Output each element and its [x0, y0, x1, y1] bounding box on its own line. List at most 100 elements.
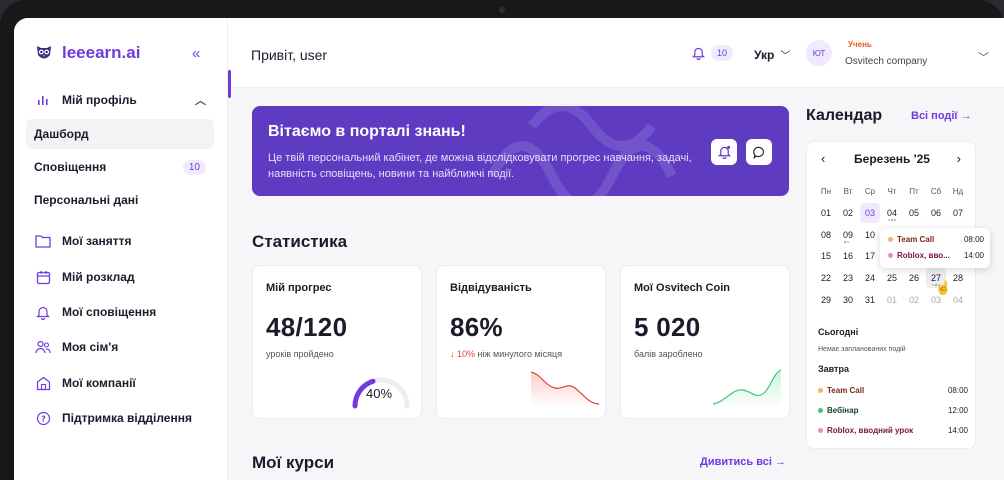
- weekday-label: Нд: [952, 187, 964, 196]
- card-title: Мій прогрес: [266, 282, 332, 294]
- next-month-icon[interactable]: ›: [957, 151, 961, 166]
- tomorrow-title: Завтра: [818, 364, 849, 374]
- attendance-change: 10%: [457, 349, 476, 359]
- event-time: 14:00: [963, 251, 984, 260]
- collapse-sidebar-icon[interactable]: «: [192, 45, 200, 62]
- card-title: Мої Osvitech Coin: [634, 282, 730, 294]
- sidebar-sub-notifications[interactable]: Сповіщення 10: [26, 152, 214, 182]
- event-dot: [888, 237, 893, 242]
- calendar-day[interactable]: 06: [926, 203, 946, 223]
- card-subtitle: уроків пройдено: [266, 349, 334, 359]
- event-indicator-dot: [888, 219, 890, 221]
- avatar[interactable]: ЮТ: [806, 40, 832, 66]
- sidebar-item-label: Дашборд: [34, 127, 89, 141]
- calendar-day[interactable]: 17: [860, 246, 880, 266]
- support-icon: ?: [34, 409, 52, 427]
- calendar-day[interactable]: 16: [838, 246, 858, 266]
- language-label: Укр: [754, 47, 775, 62]
- calendar-day[interactable]: 02: [904, 290, 924, 310]
- weekday-label: Ср: [864, 187, 876, 196]
- chevron-down-icon[interactable]: ﹀: [978, 49, 989, 65]
- owl-logo-icon: [37, 46, 51, 59]
- camera-dot: [499, 7, 505, 13]
- notifications-badge: 10: [182, 159, 206, 175]
- coins-sparkline: [712, 369, 782, 408]
- folder-icon: [34, 232, 52, 250]
- card-value: 48/120: [266, 312, 348, 342]
- all-events-link[interactable]: Всі події →: [911, 110, 972, 122]
- active-indicator: [228, 70, 231, 98]
- event-item[interactable]: Roblox, вводний урок 14:00: [818, 426, 968, 435]
- app-screen: leeearn.ai « Мій профіль ︿ Дашборд Спові…: [14, 18, 1004, 480]
- greeting: Привіт, user: [251, 47, 328, 63]
- sidebar-item-schedule[interactable]: Мій розклад: [26, 268, 216, 286]
- sidebar-item-companies[interactable]: Мої компанії: [26, 374, 216, 392]
- coins-card[interactable]: Мої Osvitech Coin 5 020 балів зароблено: [620, 265, 790, 419]
- progress-percent: 40%: [366, 386, 393, 401]
- sidebar-item-my-notifications[interactable]: Мої сповіщення: [26, 303, 216, 321]
- calendar-day[interactable]: 01: [816, 203, 836, 223]
- card-subtitle: балів зароблено: [634, 349, 703, 359]
- event-indicator-dot: [891, 219, 893, 221]
- calendar-day[interactable]: 26: [904, 268, 924, 288]
- banner-title: Вітаємо в порталі знань!: [268, 123, 466, 140]
- calendar-month: Березень '25: [854, 152, 930, 166]
- calendar-day[interactable]: 07: [948, 203, 968, 223]
- sidebar-item-label: Мій розклад: [62, 270, 135, 284]
- calendar-day[interactable]: 22: [816, 268, 836, 288]
- bell-icon: [692, 47, 705, 60]
- sidebar-item-family[interactable]: Моя сім'я: [26, 338, 216, 356]
- calendar-day[interactable]: 29: [816, 290, 836, 310]
- notifications-button[interactable]: 10: [692, 45, 734, 61]
- arrow-right-icon: →: [774, 456, 786, 468]
- tooltip-event[interactable]: Roblox, вво... 14:00: [888, 251, 984, 260]
- card-subtitle: ↓ 10% ніж минулого місяця: [450, 349, 562, 359]
- calendar-day[interactable]: 02: [838, 203, 858, 223]
- sidebar-item-lessons[interactable]: Мої заняття: [26, 232, 216, 250]
- event-dot: [818, 388, 823, 393]
- topbar: Привіт, user 10 Укр ﹀ ЮТ Учень Osvitech …: [228, 18, 1004, 88]
- today-title: Сьогодні: [818, 327, 859, 337]
- bell-icon: [717, 145, 731, 159]
- sidebar-item-support[interactable]: ? Підтримка відділення: [26, 409, 216, 427]
- event-time: 12:00: [947, 406, 968, 415]
- sidebar: leeearn.ai « Мій профіль ︿ Дашборд Спові…: [14, 18, 228, 480]
- event-name: Team Call: [827, 386, 865, 395]
- calendar-day[interactable]: 01: [882, 290, 902, 310]
- card-value: 5 020: [634, 312, 701, 342]
- sidebar-item-label: Сповіщення: [34, 160, 107, 174]
- calendar-day[interactable]: 25: [882, 268, 902, 288]
- link-label: Всі події: [911, 110, 958, 122]
- banner-bell-button[interactable]: [711, 139, 737, 165]
- calendar-day[interactable]: 10: [860, 225, 880, 245]
- weekday-label: Пт: [909, 187, 919, 196]
- event-name: Roblox, вводний урок: [827, 426, 914, 435]
- calendar-day[interactable]: 15: [816, 246, 836, 266]
- family-icon: [34, 338, 52, 356]
- calendar-day[interactable]: 05: [904, 203, 924, 223]
- calendar-day[interactable]: 30: [838, 290, 858, 310]
- event-item[interactable]: Team Call 08:00: [818, 386, 968, 395]
- logo[interactable]: leeearn.ai: [34, 43, 140, 63]
- chat-icon: [752, 146, 764, 159]
- device-frame: leeearn.ai « Мій профіль ︿ Дашборд Спові…: [0, 0, 1004, 480]
- event-dot: [818, 408, 823, 413]
- progress-card[interactable]: Мій прогрес 48/120 уроків пройдено 40%: [252, 265, 422, 419]
- tooltip-event[interactable]: Team Call 08:00: [888, 235, 984, 244]
- sidebar-item-label: Персональні дані: [34, 193, 139, 207]
- attendance-card[interactable]: Відвідуваність 86% ↓ 10% ніж минулого мі…: [436, 265, 606, 419]
- calendar-day[interactable]: 31: [860, 290, 880, 310]
- sidebar-sub-dashboard[interactable]: Дашборд: [26, 119, 214, 149]
- language-select[interactable]: Укр ﹀: [754, 47, 790, 63]
- calendar-day[interactable]: 08: [816, 225, 836, 245]
- calendar-day[interactable]: 03: [860, 203, 880, 223]
- sidebar-sub-personal-data[interactable]: Персональні дані: [26, 185, 214, 215]
- event-item[interactable]: Вебінар 12:00: [818, 406, 968, 415]
- calendar-day[interactable]: 24: [860, 268, 880, 288]
- arrow-right-icon: →: [960, 110, 972, 122]
- calendar-day[interactable]: 23: [838, 268, 858, 288]
- banner-chat-button[interactable]: [746, 139, 772, 165]
- view-all-courses-link[interactable]: Дивитись всі →: [700, 456, 786, 468]
- sidebar-item-profile[interactable]: Мій профіль ︿: [26, 91, 216, 109]
- sidebar-item-label: Підтримка відділення: [62, 411, 192, 425]
